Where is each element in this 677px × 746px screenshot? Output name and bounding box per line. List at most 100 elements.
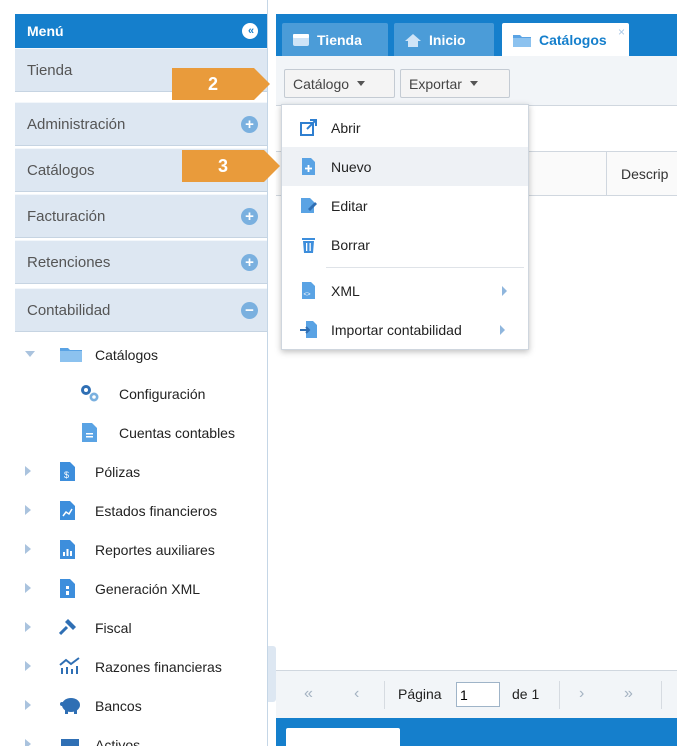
submenu-arrow-icon [502,286,507,296]
tab-label: Tienda [317,31,362,48]
collapsed-arrow-icon[interactable] [25,583,31,593]
edit-icon [301,198,317,213]
collapsed-arrow-icon[interactable] [25,544,31,554]
tree-item-label: Estados financieros [95,502,218,519]
expanded-arrow-icon[interactable] [25,351,35,357]
document-icon [82,423,97,442]
callout-pointer [254,68,270,100]
xml-document-icon [60,579,75,598]
section-label: Tienda [27,61,73,79]
divider [661,681,662,709]
section-label: Administración [27,115,126,133]
collapsed-arrow-icon[interactable] [25,622,31,632]
divider [559,681,560,709]
column-header-description[interactable]: Descrip [606,152,668,196]
tree-item-estados-financieros[interactable]: Estados financieros [15,491,267,530]
chart-document-icon [60,501,75,520]
piggy-bank-icon [60,698,80,714]
export-menu-button[interactable]: Exportar [400,69,510,98]
tree-item-activos[interactable]: Activos [15,725,267,746]
bottom-tab[interactable] [286,728,400,746]
toolbar: Catálogo Exportar [276,56,677,106]
policy-document-icon: $ [60,462,75,481]
menu-item-nuevo[interactable]: Nuevo [282,147,528,186]
ratios-chart-icon [59,657,80,674]
collapsed-arrow-icon[interactable] [25,466,31,476]
menu-item-label: Abrir [331,119,361,136]
menu-item-xml[interactable]: <> XML [282,271,528,310]
tree-item-cuentas-contables[interactable]: Cuentas contables [15,413,267,452]
close-tab-icon[interactable]: × [618,25,625,39]
step-number: 2 [172,68,254,100]
section-label: Catálogos [27,161,95,179]
menu-item-label: Borrar [331,236,370,253]
tab-catalogos[interactable]: Catálogos × [502,23,629,56]
expand-icon[interactable]: + [241,116,258,133]
tree-item-polizas[interactable]: $ Pólizas [15,452,267,491]
collapse-icon[interactable]: − [241,302,258,319]
collapsed-arrow-icon[interactable] [25,505,31,515]
trash-icon [302,238,315,253]
new-document-icon [302,158,315,175]
svg-text:<>: <> [304,292,312,298]
tree-item-catalogos[interactable]: Catálogos [15,335,267,374]
menu-item-label: Nuevo [331,158,372,175]
tab-bar: Tienda Inicio Catálogos × [276,14,677,56]
tree-item-label: Cuentas contables [119,424,235,441]
tree-item-generacion-xml[interactable]: Generación XML [15,569,267,608]
catalog-dropdown-menu: Abrir Nuevo Editar Borrar <> XML Importa… [281,104,529,350]
page-count: de 1 [512,686,540,702]
folder-icon [60,348,82,362]
section-facturacion[interactable]: Facturación + [15,194,267,238]
tree-item-label: Configuración [119,385,206,402]
tree-item-label: Pólizas [95,463,141,480]
section-administracion[interactable]: Administración + [15,102,267,146]
previous-page-icon[interactable]: ‹ [354,685,359,703]
submenu-arrow-icon [500,325,505,335]
import-icon [300,321,317,338]
menu-item-editar[interactable]: Editar [282,186,528,225]
tree-item-bancos[interactable]: Bancos [15,686,267,725]
menu-item-label: XML [331,282,360,299]
tree-item-label: Bancos [95,697,142,714]
collapse-menu-icon[interactable]: « [242,23,258,39]
step-callout-3: 3 [182,150,280,182]
tab-tienda[interactable]: Tienda [282,23,388,56]
expand-icon[interactable]: + [241,254,258,271]
panel-resize-handle[interactable] [268,646,276,702]
last-page-icon[interactable]: » [624,685,633,703]
collapsed-arrow-icon[interactable] [25,661,31,671]
open-external-icon [300,119,317,136]
tree-item-configuracion[interactable]: Configuración [15,374,267,413]
tree-item-label: Razones financieras [95,658,222,675]
page-label: Página [398,686,442,702]
button-label: Catálogo [293,75,350,92]
collapsed-arrow-icon[interactable] [25,739,31,746]
next-page-icon[interactable]: › [579,685,584,703]
tree-item-razones-financieras[interactable]: Razones financieras [15,647,267,686]
tree-item-fiscal[interactable]: Fiscal [15,608,267,647]
menu-divider [326,267,524,268]
store-icon [293,33,309,46]
menu-item-importar-contabilidad[interactable]: Importar contabilidad [282,310,528,349]
home-icon [405,33,421,47]
step-callout-2: 2 [172,68,270,100]
gears-icon [81,385,99,402]
tab-label: Inicio [429,31,466,48]
section-contabilidad[interactable]: Contabilidad − [15,288,267,332]
tree-item-label: Generación XML [95,580,201,597]
xml-file-icon: <> [302,282,315,299]
expand-icon[interactable]: + [241,208,258,225]
tab-inicio[interactable]: Inicio [394,23,494,56]
chevron-down-icon [357,81,366,86]
divider [384,681,385,709]
catalog-menu-button[interactable]: Catálogo [284,69,395,98]
navigation-panel: Menú « Tienda Administración + Catálogos… [0,0,268,746]
collapsed-arrow-icon[interactable] [25,700,31,710]
first-page-icon[interactable]: « [304,685,313,703]
section-retenciones[interactable]: Retenciones + [15,240,267,284]
menu-item-borrar[interactable]: Borrar [282,225,528,264]
tree-item-reportes-auxiliares[interactable]: Reportes auxiliares [15,530,267,569]
menu-item-abrir[interactable]: Abrir [282,108,528,147]
page-number-input[interactable] [456,682,500,707]
